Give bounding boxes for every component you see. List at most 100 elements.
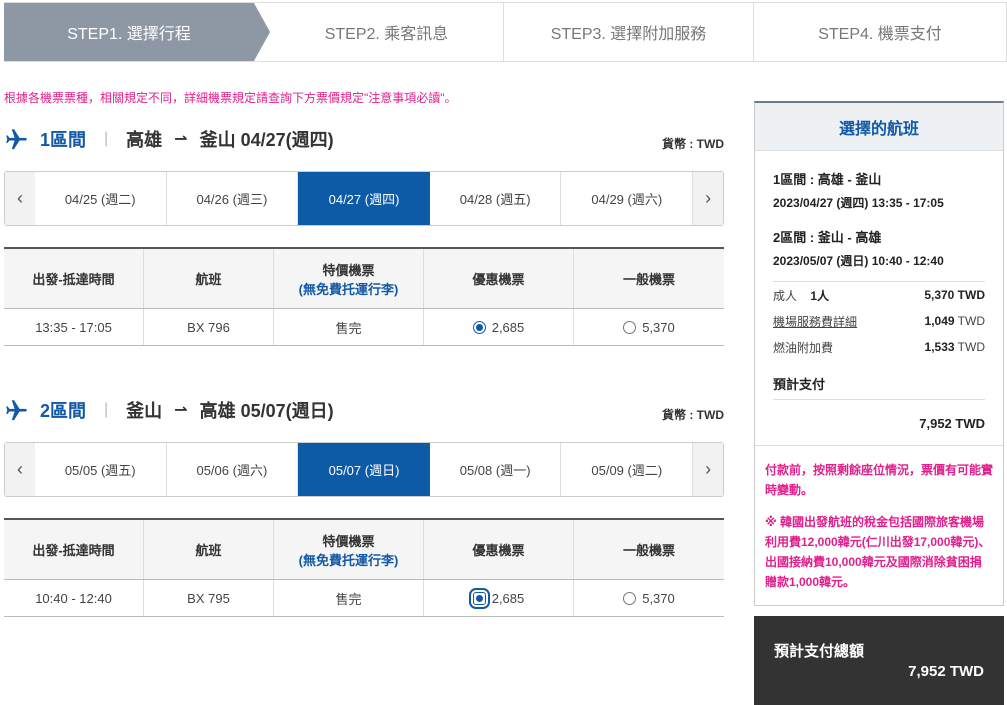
col-flight-header: 航班 <box>144 249 274 308</box>
col-discount-header: 優惠機票 <box>424 520 574 579</box>
table-row: 10:40 - 12:40 BX 795 售完 2,685 5,370 <box>4 580 724 617</box>
price-change-warning: 付款前，按照剩餘座位情況，票價有可能實時變動。 <box>765 463 994 497</box>
special-fare-title: 特價機票 <box>322 262 375 278</box>
next-date-button[interactable]: › <box>693 443 724 496</box>
flight-time: 10:40 - 12:40 <box>4 580 144 616</box>
radio-unselected[interactable] <box>623 591 637 605</box>
flight-number: BX 795 <box>144 580 274 616</box>
step-arrow-shape <box>254 3 270 61</box>
special-fare-soldout: 售完 <box>274 580 424 616</box>
route-arrow-icon: ⇀ <box>174 402 188 419</box>
flight-number: BX 796 <box>144 309 274 345</box>
prev-date-button[interactable]: ‹ <box>5 443 35 496</box>
airport-fee-value: 1,049 <box>924 314 955 328</box>
step-4-label: STEP4. 機票支付 <box>818 26 942 43</box>
step-2-passenger-info: STEP2. 乘客訊息 <box>254 3 504 61</box>
col-discount-header: 優惠機票 <box>424 249 574 308</box>
date-option[interactable]: 05/05 (週五) <box>35 443 167 496</box>
regular-fare-option[interactable]: 5,370 <box>574 309 724 345</box>
segment-date: 04/27(週四) <box>240 130 334 150</box>
segment-date: 05/07(週日) <box>240 401 334 421</box>
leg-1-time: 2023/04/27 (週四) 13:35 - 17:05 <box>773 196 944 210</box>
currency-unit: TWD <box>957 314 985 328</box>
step-1-select-itinerary: STEP1. 選擇行程 <box>4 3 270 61</box>
radio-selected[interactable] <box>472 320 486 334</box>
radio-selected[interactable] <box>468 587 490 609</box>
panel-body: 1區間 : 高雄 - 釜山 2023/04/27 (週四) 13:35 - 17… <box>755 169 1003 431</box>
regular-fare-option[interactable]: 5,370 <box>574 580 724 616</box>
special-fare-title: 特價機票 <box>322 533 375 549</box>
leg-2-title: 2區間 : 釜山 - 高雄 <box>773 230 882 245</box>
step-3-label: STEP3. 選擇附加服務 <box>550 26 707 43</box>
airplane-icon <box>6 400 27 421</box>
col-flight-header: 航班 <box>144 520 274 579</box>
step-2-label: STEP2. 乘客訊息 <box>324 26 449 43</box>
date-option[interactable]: 05/08 (週一) <box>430 443 562 496</box>
total-payment-label: 預計支付總額 <box>774 643 865 660</box>
fare-rules-notice: 根據各機票票種，相關規定不同，詳細機票規定請查詢下方票價規定"注意事項必讀"。 <box>4 91 457 105</box>
discount-fare-option[interactable]: 2,685 <box>424 580 574 616</box>
table-row: 13:35 - 17:05 BX 796 售完 2,685 5,370 <box>4 309 724 346</box>
date-option[interactable]: 04/25 (週二) <box>35 172 167 225</box>
segment-2-header: 2區間 | 釜山 ⇀ 高雄 05/07(週日) 貨幣 : TWD <box>4 395 724 425</box>
col-time-header: 出發-抵達時間 <box>4 249 144 308</box>
segment-route: 高雄 ⇀ 釜山 04/27(週四) <box>126 126 333 152</box>
regular-fare-price: 5,370 <box>642 319 675 335</box>
estimated-payment-label: 預計支付 <box>773 374 985 400</box>
date-option[interactable]: 04/28 (週五) <box>430 172 562 225</box>
col-regular-header: 一般機票 <box>622 543 675 558</box>
date-option[interactable]: 05/09 (週二) <box>561 443 694 496</box>
airplane-icon <box>6 129 27 150</box>
special-fare-note: (無免費托運行李) <box>298 552 399 568</box>
col-regular-header: 一般機票 <box>622 272 675 287</box>
date-option-selected[interactable]: 05/07 (週日) <box>298 443 430 496</box>
segment-number: 2區間 <box>40 401 87 421</box>
currency-label: 貨幣 : TWD <box>662 408 724 422</box>
step-4-payment: STEP4. 機票支付 <box>754 3 1007 61</box>
panel-title: 選擇的航班 <box>755 103 1003 151</box>
date-option[interactable]: 05/06 (週六) <box>167 443 299 496</box>
airport-fee-row: 機場服務費詳細 1,049 TWD <box>773 308 985 334</box>
currency-unit: TWD <box>957 340 985 354</box>
fare-table-header: 出發-抵達時間 航班 特價機票 (無免費托運行李) 優惠機票 一般機票 <box>4 249 724 309</box>
discount-fare-option[interactable]: 2,685 <box>424 309 574 345</box>
next-date-button[interactable]: › <box>693 172 724 225</box>
date-option[interactable]: 04/26 (週三) <box>167 172 299 225</box>
adult-label: 成人 <box>773 288 798 303</box>
radio-unselected[interactable] <box>623 320 637 334</box>
segment-1-header: 1區間 | 高雄 ⇀ 釜山 04/27(週四) 貨幣 : TWD <box>4 124 724 154</box>
adult-fare-row: 成人 1人 5,370 TWD <box>773 282 985 308</box>
col-special-header: 特價機票 (無免費托運行李) <box>274 249 424 308</box>
regular-fare-price: 5,370 <box>642 590 675 606</box>
step-1-label: STEP1. 選擇行程 <box>67 26 191 43</box>
fare-table-header: 出發-抵達時間 航班 特價機票 (無免費托運行李) 優惠機票 一般機票 <box>4 520 724 580</box>
destination-city: 釜山 <box>199 130 236 150</box>
fuel-surcharge-label: 燃油附加費 <box>773 340 834 355</box>
separator: | <box>104 130 109 147</box>
airport-fee-details-link[interactable]: 機場服務費詳細 <box>773 313 857 330</box>
leg-2-time: 2023/05/07 (週日) 10:40 - 12:40 <box>773 254 944 268</box>
col-special-header: 特價機票 (無免費托運行李) <box>274 520 424 579</box>
origin-city: 高雄 <box>126 130 163 150</box>
currency-label: 貨幣 : TWD <box>662 137 724 151</box>
segment-route: 釜山 ⇀ 高雄 05/07(週日) <box>126 397 333 423</box>
adult-fare-value: 5,370 TWD <box>924 288 985 302</box>
discount-fare-price: 2,685 <box>491 590 525 606</box>
segment-1-fare-table: 出發-抵達時間 航班 特價機票 (無免費托運行李) 優惠機票 一般機票 13:35… <box>4 247 724 346</box>
special-fare-soldout: 售完 <box>274 309 424 345</box>
flight-time: 13:35 - 17:05 <box>4 309 144 345</box>
prev-date-button[interactable]: ‹ <box>5 172 35 225</box>
date-option[interactable]: 04/29 (週六) <box>561 172 694 225</box>
selected-flights-panel: 選擇的航班 1區間 : 高雄 - 釜山 2023/04/27 (週四) 13:3… <box>754 101 1004 606</box>
separator: | <box>104 401 109 418</box>
origin-city: 釜山 <box>126 401 163 421</box>
date-option-selected[interactable]: 04/27 (週四) <box>298 172 430 225</box>
segment-2-date-selector: ‹ 05/05 (週五) 05/06 (週六) 05/07 (週日) 05/08… <box>4 442 724 497</box>
leg-1-title: 1區間 : 高雄 - 釜山 <box>773 172 882 187</box>
discount-fare-price: 2,685 <box>491 319 525 335</box>
segment-2-fare-table: 出發-抵達時間 航班 特價機票 (無免費托運行李) 優惠機票 一般機票 10:40… <box>4 518 724 617</box>
price-warning: 付款前，按照剩餘座位情況，票價有可能實時變動。 ※ 韓國出發航班的稅金包括國際旅… <box>755 445 1003 592</box>
col-time-header: 出發-抵達時間 <box>4 520 144 579</box>
fuel-surcharge-row: 燃油附加費 1,533 TWD <box>773 334 985 360</box>
total-payment-box: 預計支付總額 7,952 TWD <box>754 616 1004 705</box>
